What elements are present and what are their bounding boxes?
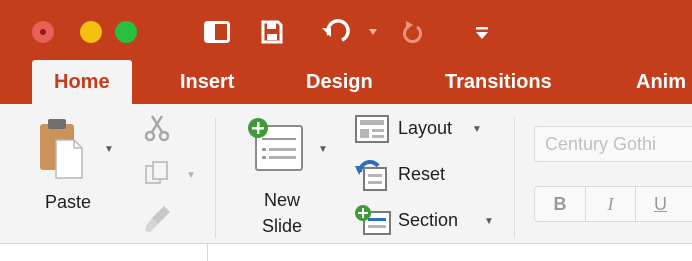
group-separator	[215, 118, 216, 238]
reset-icon	[355, 160, 387, 191]
window-minimize-button[interactable]	[80, 21, 102, 43]
paste-icon	[40, 119, 83, 179]
undo-dropdown-button[interactable]	[364, 16, 382, 48]
redo-button[interactable]	[398, 16, 428, 48]
copy-dropdown-icon[interactable]: ▼	[186, 170, 196, 181]
underline-button[interactable]: U	[635, 187, 685, 221]
new-slide-label-line2: Slide	[262, 216, 303, 236]
cut-icon	[144, 115, 170, 142]
window-close-button[interactable]	[32, 21, 54, 43]
tab-home[interactable]: Home	[32, 60, 132, 104]
customize-toolbar-icon	[476, 27, 488, 39]
copy-button[interactable]	[144, 160, 170, 191]
new-slide-dropdown-icon[interactable]: ▼	[318, 144, 328, 155]
tab-design[interactable]: Design	[306, 64, 373, 104]
font-name-value: Century Gothi	[545, 134, 657, 154]
sidebar-toggle-button[interactable]	[196, 16, 238, 48]
paste-dropdown-icon[interactable]: ▼	[104, 144, 114, 155]
cut-button[interactable]	[144, 114, 170, 147]
format-painter-button[interactable]	[144, 204, 172, 239]
font-name-combobox[interactable]: Century Gothi	[534, 126, 692, 162]
copy-icon	[145, 161, 168, 184]
title-bar	[0, 0, 692, 64]
group-separator	[514, 118, 515, 238]
reset-label[interactable]: Reset	[398, 164, 445, 185]
redo-icon	[403, 21, 422, 44]
format-painter-icon	[145, 206, 170, 232]
tab-insert[interactable]: Insert	[180, 64, 234, 104]
bold-button[interactable]: B	[535, 187, 585, 221]
tab-animations[interactable]: Anim	[636, 64, 686, 104]
reset-button[interactable]	[354, 158, 390, 197]
layout-icon	[355, 115, 389, 143]
font-format-row: B I U	[534, 186, 692, 222]
undo-icon	[322, 19, 350, 42]
undo-dropdown-icon	[369, 29, 377, 35]
customize-toolbar-button[interactable]	[472, 16, 492, 48]
paste-label: Paste	[45, 192, 92, 212]
section-icon	[355, 205, 391, 235]
new-slide-button[interactable]	[246, 116, 306, 183]
new-slide-label-line1: New	[264, 190, 301, 210]
layout-dropdown-icon[interactable]: ▼	[472, 124, 482, 135]
save-button[interactable]	[258, 16, 286, 48]
italic-button[interactable]: I	[585, 187, 635, 221]
section-button[interactable]	[354, 204, 392, 241]
layout-button[interactable]	[354, 114, 390, 149]
save-icon	[261, 20, 283, 44]
ribbon-home-panel: ▼ Paste ▼ ▼ New Slide Layout ▼ Reset Sec…	[0, 104, 692, 244]
section-dropdown-icon[interactable]: ▼	[484, 216, 494, 227]
layout-label[interactable]: Layout	[398, 118, 452, 139]
new-slide-icon	[248, 118, 303, 171]
window-maximize-button[interactable]	[115, 21, 137, 43]
undo-button[interactable]	[318, 16, 354, 48]
ribbon-tab-bar: Home Insert Design Transitions Anim	[0, 60, 692, 104]
thumbnail-pane-divider[interactable]	[207, 244, 208, 261]
slide-area	[0, 244, 692, 261]
paste-button[interactable]	[36, 116, 84, 185]
tab-transitions[interactable]: Transitions	[445, 64, 552, 104]
section-label[interactable]: Section	[398, 210, 458, 231]
sidebar-icon	[204, 21, 230, 43]
